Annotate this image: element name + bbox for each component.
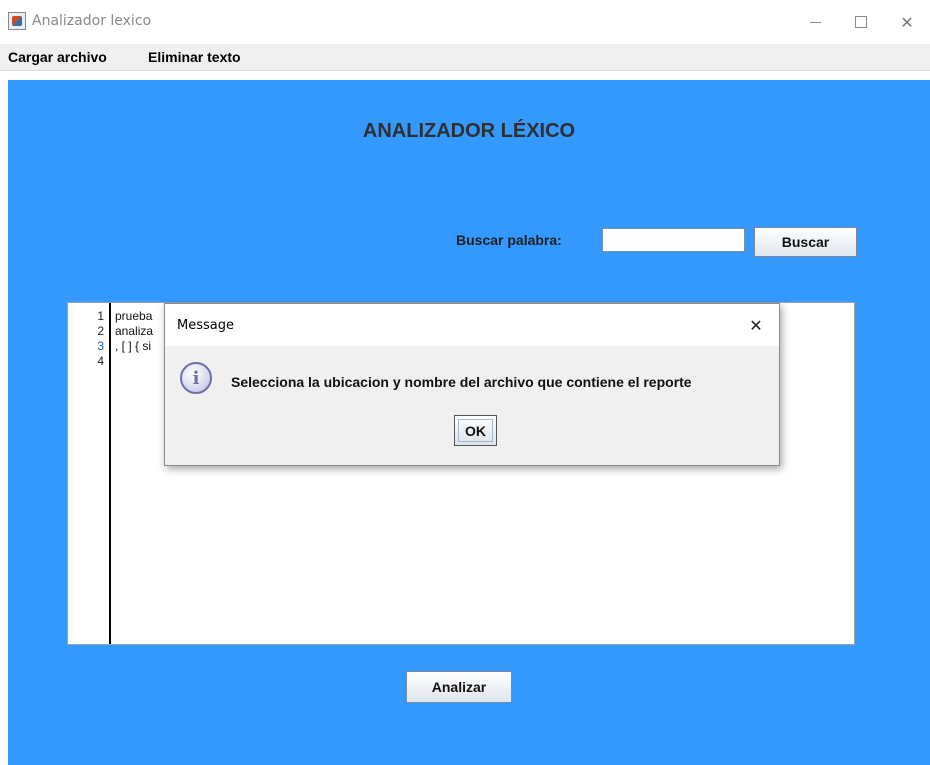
line-number-gutter: 1 2 3 4	[68, 303, 111, 644]
menu-eliminar-texto[interactable]: Eliminar texto	[148, 49, 241, 65]
dialog-close-button[interactable]: ✕	[739, 308, 773, 342]
minimize-icon	[809, 21, 821, 23]
maximize-icon	[855, 16, 867, 28]
code-line: prueba	[115, 309, 153, 323]
page-title: ANALIZADOR LÉXICO	[362, 120, 576, 142]
message-dialog: Message ✕ i Selecciona la ubicacion y no…	[164, 303, 780, 466]
maximize-button[interactable]	[838, 0, 884, 44]
search-label: Buscar palabra:	[456, 232, 562, 248]
menu-bar: Cargar archivo Eliminar texto	[0, 44, 930, 71]
line-number: 1	[97, 309, 104, 323]
minimize-button[interactable]	[792, 0, 838, 44]
ok-button[interactable]: OK	[454, 415, 497, 446]
menu-cargar-archivo[interactable]: Cargar archivo	[8, 49, 107, 65]
search-input[interactable]	[602, 228, 745, 252]
close-icon: ✕	[749, 315, 763, 335]
buscar-button[interactable]: Buscar	[754, 227, 857, 257]
line-number: 4	[97, 354, 104, 368]
dialog-message: Selecciona la ubicacion y nombre del arc…	[231, 374, 692, 390]
dialog-title: Message	[177, 318, 234, 333]
window-titlebar: Analizador lexico ✕	[0, 0, 930, 44]
code-line: , [ ] { si	[115, 339, 152, 353]
java-app-icon	[8, 12, 26, 30]
close-window-button[interactable]: ✕	[884, 0, 930, 44]
close-icon: ✕	[900, 12, 914, 32]
info-icon: i	[180, 362, 212, 394]
line-number-current: 3	[97, 339, 104, 353]
line-number: 2	[97, 324, 104, 338]
dialog-titlebar[interactable]: Message ✕	[165, 304, 779, 346]
analizar-button[interactable]: Analizar	[406, 671, 512, 703]
window-title: Analizador lexico	[32, 13, 152, 29]
code-line: analiza	[115, 324, 154, 338]
